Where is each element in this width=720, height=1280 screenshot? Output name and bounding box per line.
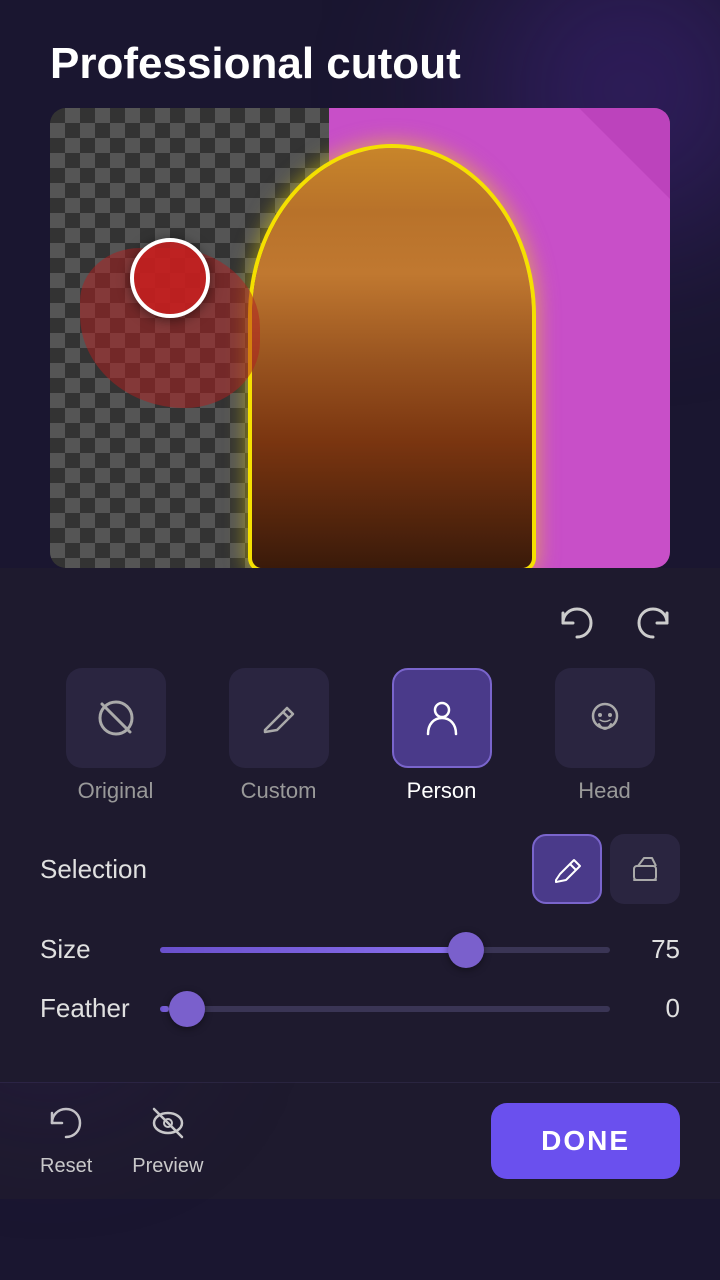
canvas-area[interactable]	[50, 108, 670, 568]
person-glow	[252, 148, 532, 568]
mode-tabs: Original Custom Person	[40, 668, 680, 804]
feather-value: 0	[630, 993, 680, 1024]
preview-label: Preview	[132, 1155, 203, 1178]
mode-tab-original[interactable]: Original	[40, 668, 191, 804]
preview-icon	[150, 1105, 186, 1149]
done-button[interactable]: DONE	[491, 1103, 680, 1179]
reset-icon	[48, 1105, 84, 1149]
bottom-bar: Reset Preview DONE	[0, 1082, 720, 1199]
mode-tab-custom[interactable]: Custom	[203, 668, 354, 804]
head-icon-bg	[555, 668, 655, 768]
size-value: 75	[630, 934, 680, 965]
page-title: Professional cutout	[0, 0, 720, 108]
size-slider-thumb[interactable]	[448, 932, 484, 968]
redo-button[interactable]	[630, 598, 680, 648]
size-slider-row: Size 75	[40, 934, 680, 965]
erase-tool-button[interactable]	[610, 834, 680, 904]
size-label: Size	[40, 934, 140, 965]
custom-icon-bg	[229, 668, 329, 768]
original-tab-label: Original	[78, 778, 154, 804]
mode-tab-head[interactable]: Head	[529, 668, 680, 804]
size-slider-track[interactable]	[160, 947, 610, 953]
person-tab-label: Person	[407, 778, 477, 804]
reset-button[interactable]: Reset	[40, 1105, 92, 1178]
controls-area: Original Custom Person	[0, 568, 720, 1082]
mode-tab-person[interactable]: Person	[366, 668, 517, 804]
original-icon-bg	[66, 668, 166, 768]
custom-tab-label: Custom	[241, 778, 317, 804]
brush-cursor	[130, 238, 210, 318]
feather-slider-fill	[160, 1006, 169, 1012]
selection-label: Selection	[40, 854, 147, 885]
undo-redo-row	[40, 588, 680, 668]
feather-slider-row: Feather 0	[40, 993, 680, 1024]
selection-tools	[532, 834, 680, 904]
head-tab-label: Head	[578, 778, 631, 804]
preview-button[interactable]: Preview	[132, 1105, 203, 1178]
feather-slider-track[interactable]	[160, 1006, 610, 1012]
feather-label: Feather	[40, 993, 140, 1024]
person-figure	[232, 128, 552, 568]
reset-label: Reset	[40, 1155, 92, 1178]
undo-button[interactable]	[550, 598, 600, 648]
selection-row: Selection	[40, 834, 680, 904]
draw-tool-button[interactable]	[532, 834, 602, 904]
person-icon-bg	[392, 668, 492, 768]
size-slider-fill	[160, 947, 466, 953]
feather-slider-thumb[interactable]	[169, 991, 205, 1027]
